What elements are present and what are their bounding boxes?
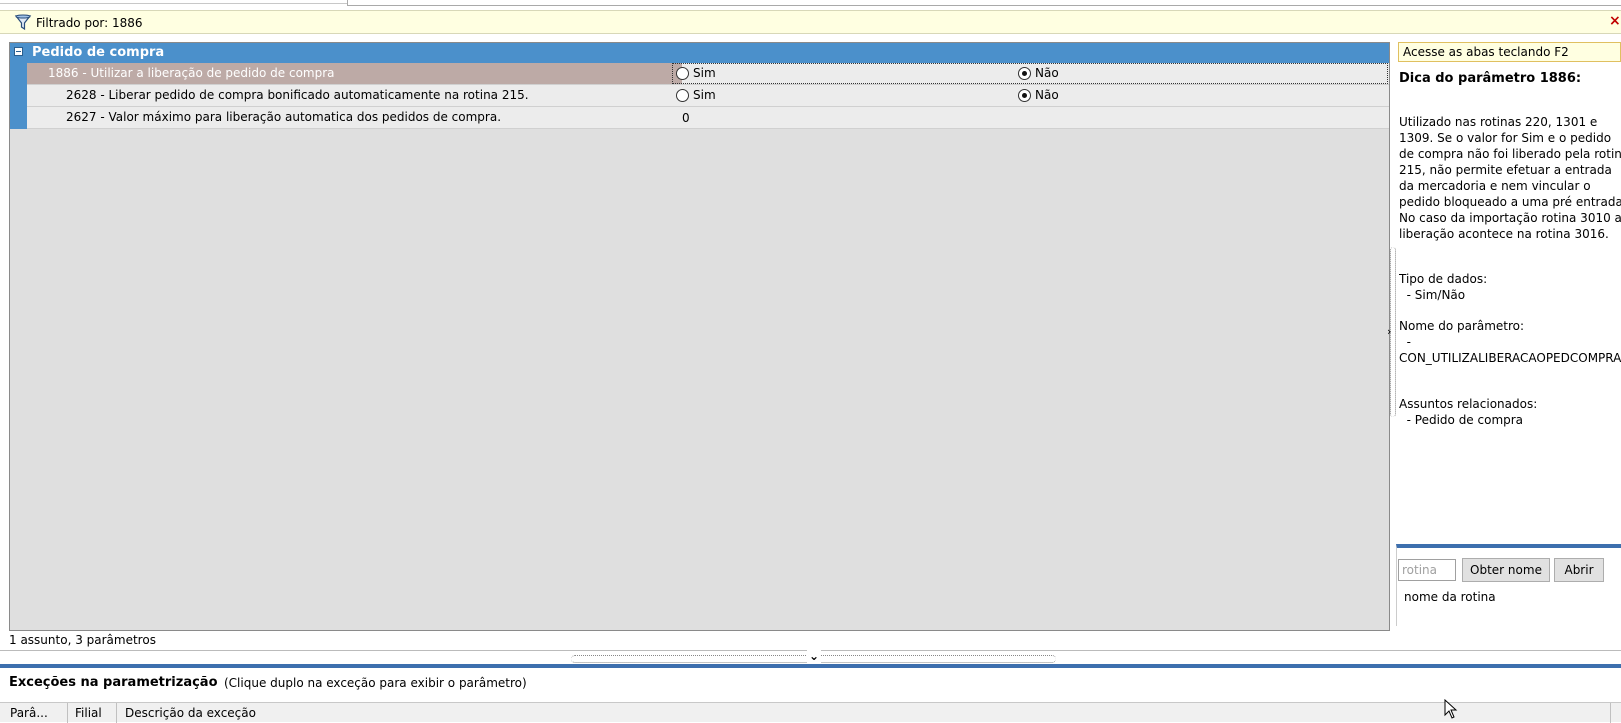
- column-header-descricao[interactable]: Descrição da exceção: [125, 706, 256, 720]
- tip-parameter-name: Nome do parâmetro: - CON_UTILIZALIBERACA…: [1399, 319, 1621, 365]
- tip-title: Dica do parâmetro 1886:: [1399, 71, 1582, 86]
- column-separator[interactable]: [1610, 703, 1611, 723]
- parameter-value[interactable]: 0: [682, 111, 690, 125]
- radio-nao-1886[interactable]: Não: [1018, 66, 1059, 80]
- radio-circle-icon: [676, 88, 689, 102]
- top-strip-box: [347, 0, 1621, 6]
- row-indicator: [10, 107, 27, 129]
- parameter-row-1886[interactable]: 1886 - Utilizar a liberação de pedido de…: [10, 63, 1389, 85]
- radio-sim-1886[interactable]: Sim: [676, 66, 716, 80]
- grid-status-text: 1 assunto, 3 parâmetros: [9, 633, 156, 647]
- row-indicator: [10, 63, 27, 85]
- parameter-label: 2627 - Valor máximo para liberação autom…: [66, 110, 502, 124]
- exceptions-header-bar: [0, 664, 1621, 668]
- exceptions-table-header: Parâ... Filial Descrição da exceção: [0, 702, 1621, 723]
- radio-sim-2628[interactable]: Sim: [676, 88, 716, 102]
- tip-related-topics: Assuntos relacionados: - Pedido de compr…: [1399, 397, 1538, 427]
- radio-label: Sim: [693, 88, 716, 102]
- parameters-grid: [9, 42, 1390, 631]
- top-strip: [0, 0, 1621, 10]
- parameter-label: 2628 - Liberar pedido de compra bonifica…: [66, 88, 529, 102]
- open-button[interactable]: Abrir: [1554, 558, 1604, 582]
- parameter-label: 1886 - Utilizar a liberação de pedido de…: [48, 66, 335, 80]
- tip-body: Utilizado nas rotinas 220, 1301 e 1309. …: [1399, 115, 1621, 241]
- parameter-row-2627[interactable]: 2627 - Valor máximo para liberação autom…: [10, 107, 1389, 129]
- radio-nao-2628[interactable]: Não: [1018, 88, 1059, 102]
- f2-hint: Acesse as abas teclando F2: [1398, 42, 1621, 62]
- horizontal-splitter[interactable]: ⌄: [571, 649, 1056, 663]
- column-separator[interactable]: [116, 703, 117, 723]
- filter-funnel-icon: [14, 14, 32, 31]
- exceptions-title: Exceções na parametrização: [9, 675, 218, 690]
- row-indicator: [10, 85, 27, 107]
- collapse-toggle-icon[interactable]: [14, 47, 23, 56]
- tip-data-type: Tipo de dados: - Sim/Não: [1399, 272, 1488, 302]
- parameter-row-2628[interactable]: 2628 - Liberar pedido de compra bonifica…: [10, 85, 1389, 107]
- rotina-input[interactable]: [1398, 559, 1456, 581]
- group-title: Pedido de compra: [32, 45, 165, 60]
- exceptions-hint: (Clique duplo na exceção para exibir o p…: [224, 676, 527, 690]
- column-header-filial[interactable]: Filial: [75, 706, 102, 720]
- radio-label: Sim: [693, 66, 716, 80]
- get-name-button[interactable]: Obter nome: [1462, 558, 1550, 582]
- collapse-chevron-icon[interactable]: ⌄: [807, 649, 822, 663]
- radio-circle-checked-icon: [1018, 88, 1031, 102]
- rotina-lookup-panel: [1396, 544, 1621, 626]
- column-header-parametro[interactable]: Parâ...: [10, 706, 48, 720]
- expand-panel-chevron-icon[interactable]: ›: [1387, 325, 1391, 338]
- radio-circle-checked-icon: [1018, 66, 1031, 80]
- clear-filter-icon[interactable]: ×: [1609, 13, 1621, 29]
- radio-label: Não: [1035, 66, 1059, 80]
- mouse-pointer-icon: [1444, 699, 1458, 719]
- filter-bar: Filtrado por: 1886 ×: [0, 10, 1621, 34]
- group-header-pedido-de-compra[interactable]: Pedido de compra: [10, 43, 1389, 63]
- top-strip-line: [0, 0, 347, 4]
- radio-label: Não: [1035, 88, 1059, 102]
- filter-label: Filtrado por: 1886: [36, 16, 143, 30]
- column-separator[interactable]: [67, 703, 68, 723]
- radio-circle-icon: [676, 66, 689, 80]
- rotina-name-output: nome da rotina: [1404, 590, 1496, 604]
